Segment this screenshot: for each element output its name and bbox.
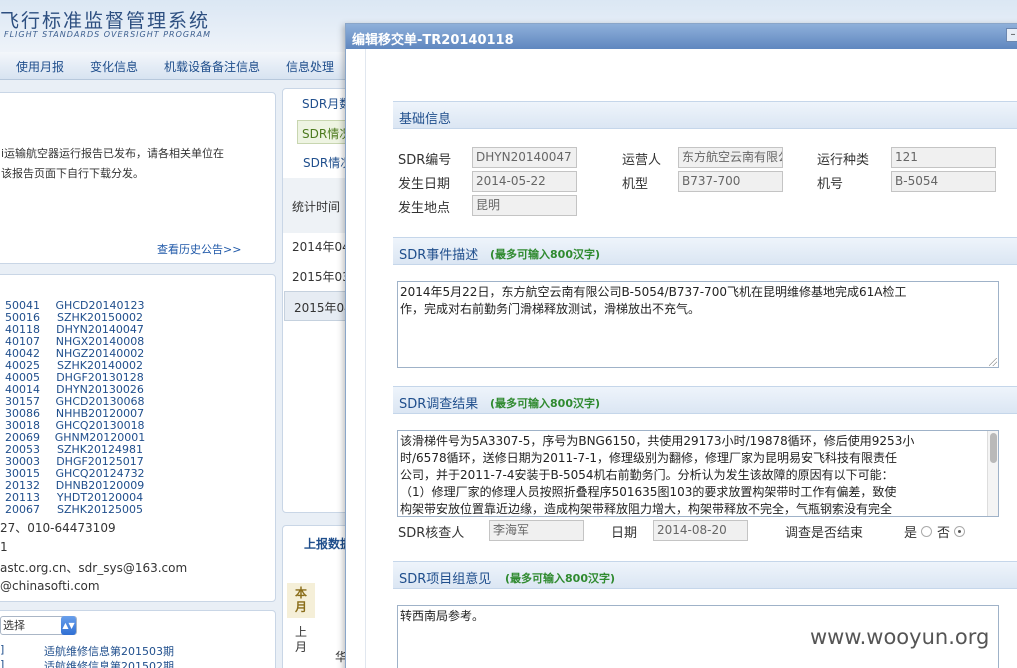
investigation-textarea[interactable]: 该滑梯件号为5A3307-5，序号为BNG6150，共使用29173小时/198…	[397, 430, 999, 517]
reg-field[interactable]: B-5054	[891, 171, 996, 192]
operator-field[interactable]: 东方航空云南有限公司	[678, 147, 783, 168]
notice-panel: i运输航空器运行报告已发布，请各相关单位在 该报告页面下自行下载分发。 查看历史…	[0, 92, 276, 264]
notice-line: 该报告页面下自行下载分发。	[1, 167, 144, 180]
date-field[interactable]: 2014-05-22	[472, 171, 577, 192]
section-title: SDR事件描述	[399, 248, 479, 263]
closed-yes-label: 是	[904, 526, 918, 541]
dialog-body: 基础信息 SDR编号 DHYN20140047 运营人 东方航空云南有限公司 运…	[367, 49, 1017, 668]
closed-no-label: 否	[937, 526, 951, 541]
contact-email-2: @chinasofti.com	[0, 579, 100, 593]
op-type-label: 运行种类	[817, 153, 870, 168]
textarea-scrollbar[interactable]	[987, 431, 998, 516]
dialog-title: 编辑移交单-TR20140118	[352, 33, 514, 48]
notice-line: i运输航空器运行报告已发布，请各相关单位在	[1, 147, 225, 160]
watermark: www.wooyun.org	[810, 625, 990, 649]
nav-equipment-notes[interactable]: 机载设备备注信息	[164, 58, 260, 75]
nav-info-processing[interactable]: 信息处理	[286, 58, 334, 75]
contact-line: 1	[0, 540, 8, 554]
closed-label: 调查是否结束	[785, 526, 864, 541]
model-label: 机型	[622, 177, 649, 192]
section-title: 基础信息	[399, 112, 452, 127]
section-event-description: SDR事件描述 (最多可输入800汉字)	[393, 237, 1017, 265]
closed-no-radio[interactable]	[954, 526, 965, 537]
tab-last-month[interactable]: 上月	[295, 625, 307, 655]
stats-col-header: 统计时间	[292, 200, 341, 214]
contact-phone: 27、010-64473109	[0, 521, 116, 535]
chevron-down-icon[interactable]: ▲▼	[61, 616, 76, 635]
section-basic-info: 基础信息	[393, 101, 1017, 129]
section-title: SDR项目组意见	[399, 572, 492, 587]
tab-this-month[interactable]: 本月	[287, 583, 315, 618]
section-team-opinion: SDR项目组意见 (最多可输入800汉字)	[393, 561, 1017, 589]
reviewer-label: SDR核查人	[398, 526, 465, 541]
op-type-field[interactable]: 121	[891, 147, 996, 168]
date-label: 发生日期	[398, 177, 451, 192]
model-field[interactable]: B737-700	[678, 171, 783, 192]
reg-label: 机号	[817, 177, 844, 192]
stats-row: 2015年03	[292, 270, 350, 284]
resize-grip-icon[interactable]	[989, 358, 997, 366]
dialog-titlebar[interactable]: 编辑移交单-TR20140118 –	[346, 24, 1017, 49]
info-select[interactable]: 选择 ▲▼	[0, 616, 77, 635]
section-hint: (最多可输入800汉字)	[490, 397, 601, 410]
operator-label: 运营人	[622, 153, 662, 168]
app-subtitle: FLIGHT STANDARDS OVERSIGHT PROGRAM	[4, 30, 211, 39]
nav-change-info[interactable]: 变化信息	[90, 58, 138, 75]
sdr-no-label: SDR编号	[398, 153, 452, 168]
event-description-textarea[interactable]: 2014年5月22日，东方航空云南有限公司B-5054/B737-700飞机在昆…	[397, 281, 999, 368]
minimize-button[interactable]: –	[1006, 28, 1017, 42]
tab-sdr-monthly[interactable]: SDR月数	[302, 95, 351, 112]
app-title: 飞行标准监督管理系统	[0, 10, 211, 32]
review-date-field[interactable]: 2014-08-20	[653, 520, 748, 541]
review-date-label: 日期	[611, 526, 638, 541]
section-title: SDR调查结果	[399, 397, 479, 412]
section-hint: (最多可输入800汉字)	[490, 248, 601, 261]
edit-transfer-dialog: 编辑移交单-TR20140118 – 基础信息 SDR编号 DHYN201400…	[345, 23, 1017, 668]
nav-monthly-report[interactable]: 使用月报	[16, 58, 64, 75]
stats-row-selected[interactable]: 2015年04	[284, 291, 352, 321]
info-link[interactable]: ] 适航维修信息第201503期	[0, 643, 174, 658]
place-field[interactable]: 昆明	[472, 195, 577, 216]
stats-header: 统计时间	[283, 178, 353, 233]
sdr-no-field[interactable]: DHYN20140047	[472, 147, 577, 168]
scrollbar-thumb[interactable]	[990, 433, 997, 463]
reviewer-field[interactable]: 李海军	[489, 520, 584, 541]
info-link[interactable]: ] 适航维修信息第201502期	[0, 658, 174, 668]
closed-yes-radio[interactable]	[921, 526, 932, 537]
section-investigation: SDR调查结果 (最多可输入800汉字)	[393, 386, 1017, 414]
dialog-side-strip	[346, 49, 366, 668]
contact-email: astc.org.cn、sdr_sys@163.com	[0, 561, 188, 575]
history-notice-link[interactable]: 查看历史公告>>	[157, 241, 241, 257]
section-hint: (最多可输入800汉字)	[505, 572, 616, 585]
stats-row: 2014年04	[292, 240, 350, 254]
place-label: 发生地点	[398, 201, 451, 216]
